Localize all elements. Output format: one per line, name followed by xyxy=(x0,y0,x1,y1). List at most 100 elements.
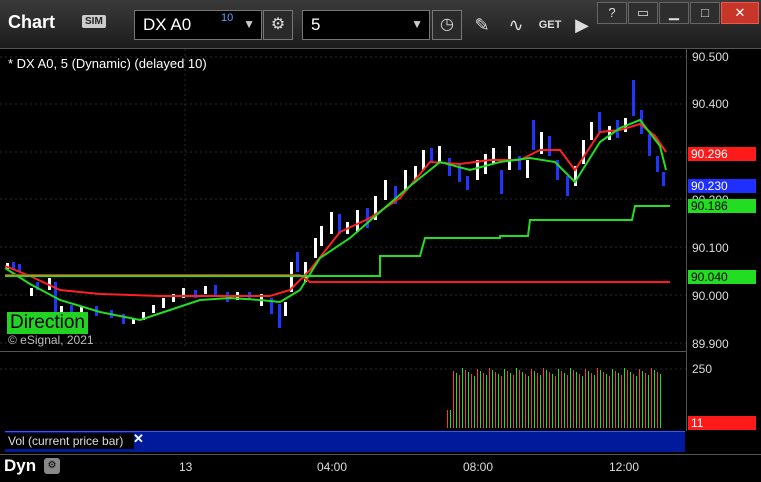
chart-label: * DX A0, 5 (Dynamic) (delayed 10) xyxy=(8,56,207,71)
price-tag-green: 90.186 xyxy=(688,199,756,213)
volume-bar xyxy=(606,374,607,428)
candle xyxy=(384,180,387,200)
time-axis[interactable] xyxy=(0,454,761,482)
volume-bar xyxy=(546,370,547,428)
volume-bar xyxy=(645,373,646,428)
volume-bar xyxy=(555,376,556,428)
red-moving-average xyxy=(4,122,667,297)
candle xyxy=(566,176,569,196)
candle xyxy=(608,126,611,140)
candle xyxy=(296,252,299,272)
volume-bars xyxy=(447,368,661,428)
volume-bar xyxy=(465,370,466,428)
green-stop-line xyxy=(5,205,670,277)
volume-bar xyxy=(453,371,454,428)
volume-bar xyxy=(576,372,577,428)
candle xyxy=(430,148,433,162)
volume-bar xyxy=(570,368,571,428)
volume-bar xyxy=(456,373,457,428)
candle xyxy=(526,160,529,178)
volume-bar xyxy=(585,369,586,428)
chart-drawing xyxy=(0,49,686,428)
volume-bar xyxy=(573,370,574,428)
volume-bar xyxy=(582,376,583,428)
time-label: 04:00 xyxy=(317,460,348,474)
volume-bar xyxy=(630,372,631,428)
volume-bar xyxy=(612,369,613,428)
volume-tag: 11 xyxy=(688,416,756,430)
volume-bar xyxy=(477,369,478,428)
candle xyxy=(152,305,155,313)
volume-bar xyxy=(552,374,553,428)
candle xyxy=(662,172,665,186)
candle xyxy=(532,120,535,150)
volume-bar xyxy=(489,368,490,428)
candle xyxy=(598,112,601,132)
volume-bar xyxy=(531,369,532,428)
volume-bar xyxy=(504,369,505,428)
volume-bar xyxy=(516,368,517,428)
volume-bar xyxy=(600,370,601,428)
volume-bar xyxy=(621,375,622,428)
chart-window: Chart SIM DX A0 10 ▼ ⚙ 5 ▼ ◷ ✎ ∿ GET ▶ ?… xyxy=(0,0,761,482)
time-label: 08:00 xyxy=(463,460,494,474)
candle xyxy=(548,136,551,156)
volume-bar xyxy=(618,373,619,428)
volume-bar xyxy=(642,371,643,428)
candle xyxy=(204,286,207,294)
volume-bar xyxy=(639,369,640,428)
volume-bar xyxy=(564,373,565,428)
volume-tick: 250 xyxy=(692,362,713,376)
candle xyxy=(518,156,521,170)
volume-bar xyxy=(549,372,550,428)
volume-bar xyxy=(537,373,538,428)
volume-bar xyxy=(561,371,562,428)
candle xyxy=(492,148,495,164)
candle xyxy=(330,212,333,234)
volume-bar xyxy=(474,376,475,428)
candle xyxy=(500,170,503,194)
volume-bar xyxy=(528,376,529,428)
dyn-label[interactable]: Dyn xyxy=(4,456,36,476)
time-label: 12:00 xyxy=(609,460,640,474)
volume-bar xyxy=(588,371,589,428)
price-tick: 89.900 xyxy=(692,337,729,351)
volume-bar xyxy=(486,375,487,428)
candle xyxy=(162,298,165,308)
volume-bar xyxy=(450,410,451,428)
volume-bar xyxy=(579,374,580,428)
close-icon[interactable]: ✕ xyxy=(133,431,144,447)
copyright-text: © eSignal, 2021 xyxy=(8,333,94,347)
volume-bar xyxy=(558,369,559,428)
volume-bar xyxy=(624,368,625,428)
volume-bar xyxy=(627,370,628,428)
volume-bar xyxy=(597,368,598,428)
candle xyxy=(632,80,635,116)
volume-bar xyxy=(636,376,637,428)
candle xyxy=(30,288,33,296)
volume-bar xyxy=(603,372,604,428)
volume-bar xyxy=(651,368,652,428)
candle xyxy=(356,210,359,232)
volume-bar xyxy=(567,375,568,428)
volume-bar xyxy=(633,374,634,428)
candle xyxy=(320,226,323,246)
volume-bar xyxy=(540,375,541,428)
volume-bar xyxy=(615,371,616,428)
candle xyxy=(466,176,469,190)
volume-bar xyxy=(510,373,511,428)
volume-study-label: Vol (current price bar) xyxy=(4,433,134,449)
price-tick: 90.400 xyxy=(692,97,729,111)
volume-bar xyxy=(525,374,526,428)
candle xyxy=(656,156,659,172)
volume-bar xyxy=(468,372,469,428)
volume-bar xyxy=(534,371,535,428)
price-tick: 90.100 xyxy=(692,241,729,255)
price-tag-last: 90.230 xyxy=(688,179,756,193)
price-tick: 90.500 xyxy=(692,50,729,64)
dyn-settings-icon[interactable]: ⚙ xyxy=(44,458,60,474)
volume-bar xyxy=(609,376,610,428)
time-label: 13 xyxy=(179,460,193,474)
volume-bar xyxy=(519,370,520,428)
candle xyxy=(438,146,441,162)
